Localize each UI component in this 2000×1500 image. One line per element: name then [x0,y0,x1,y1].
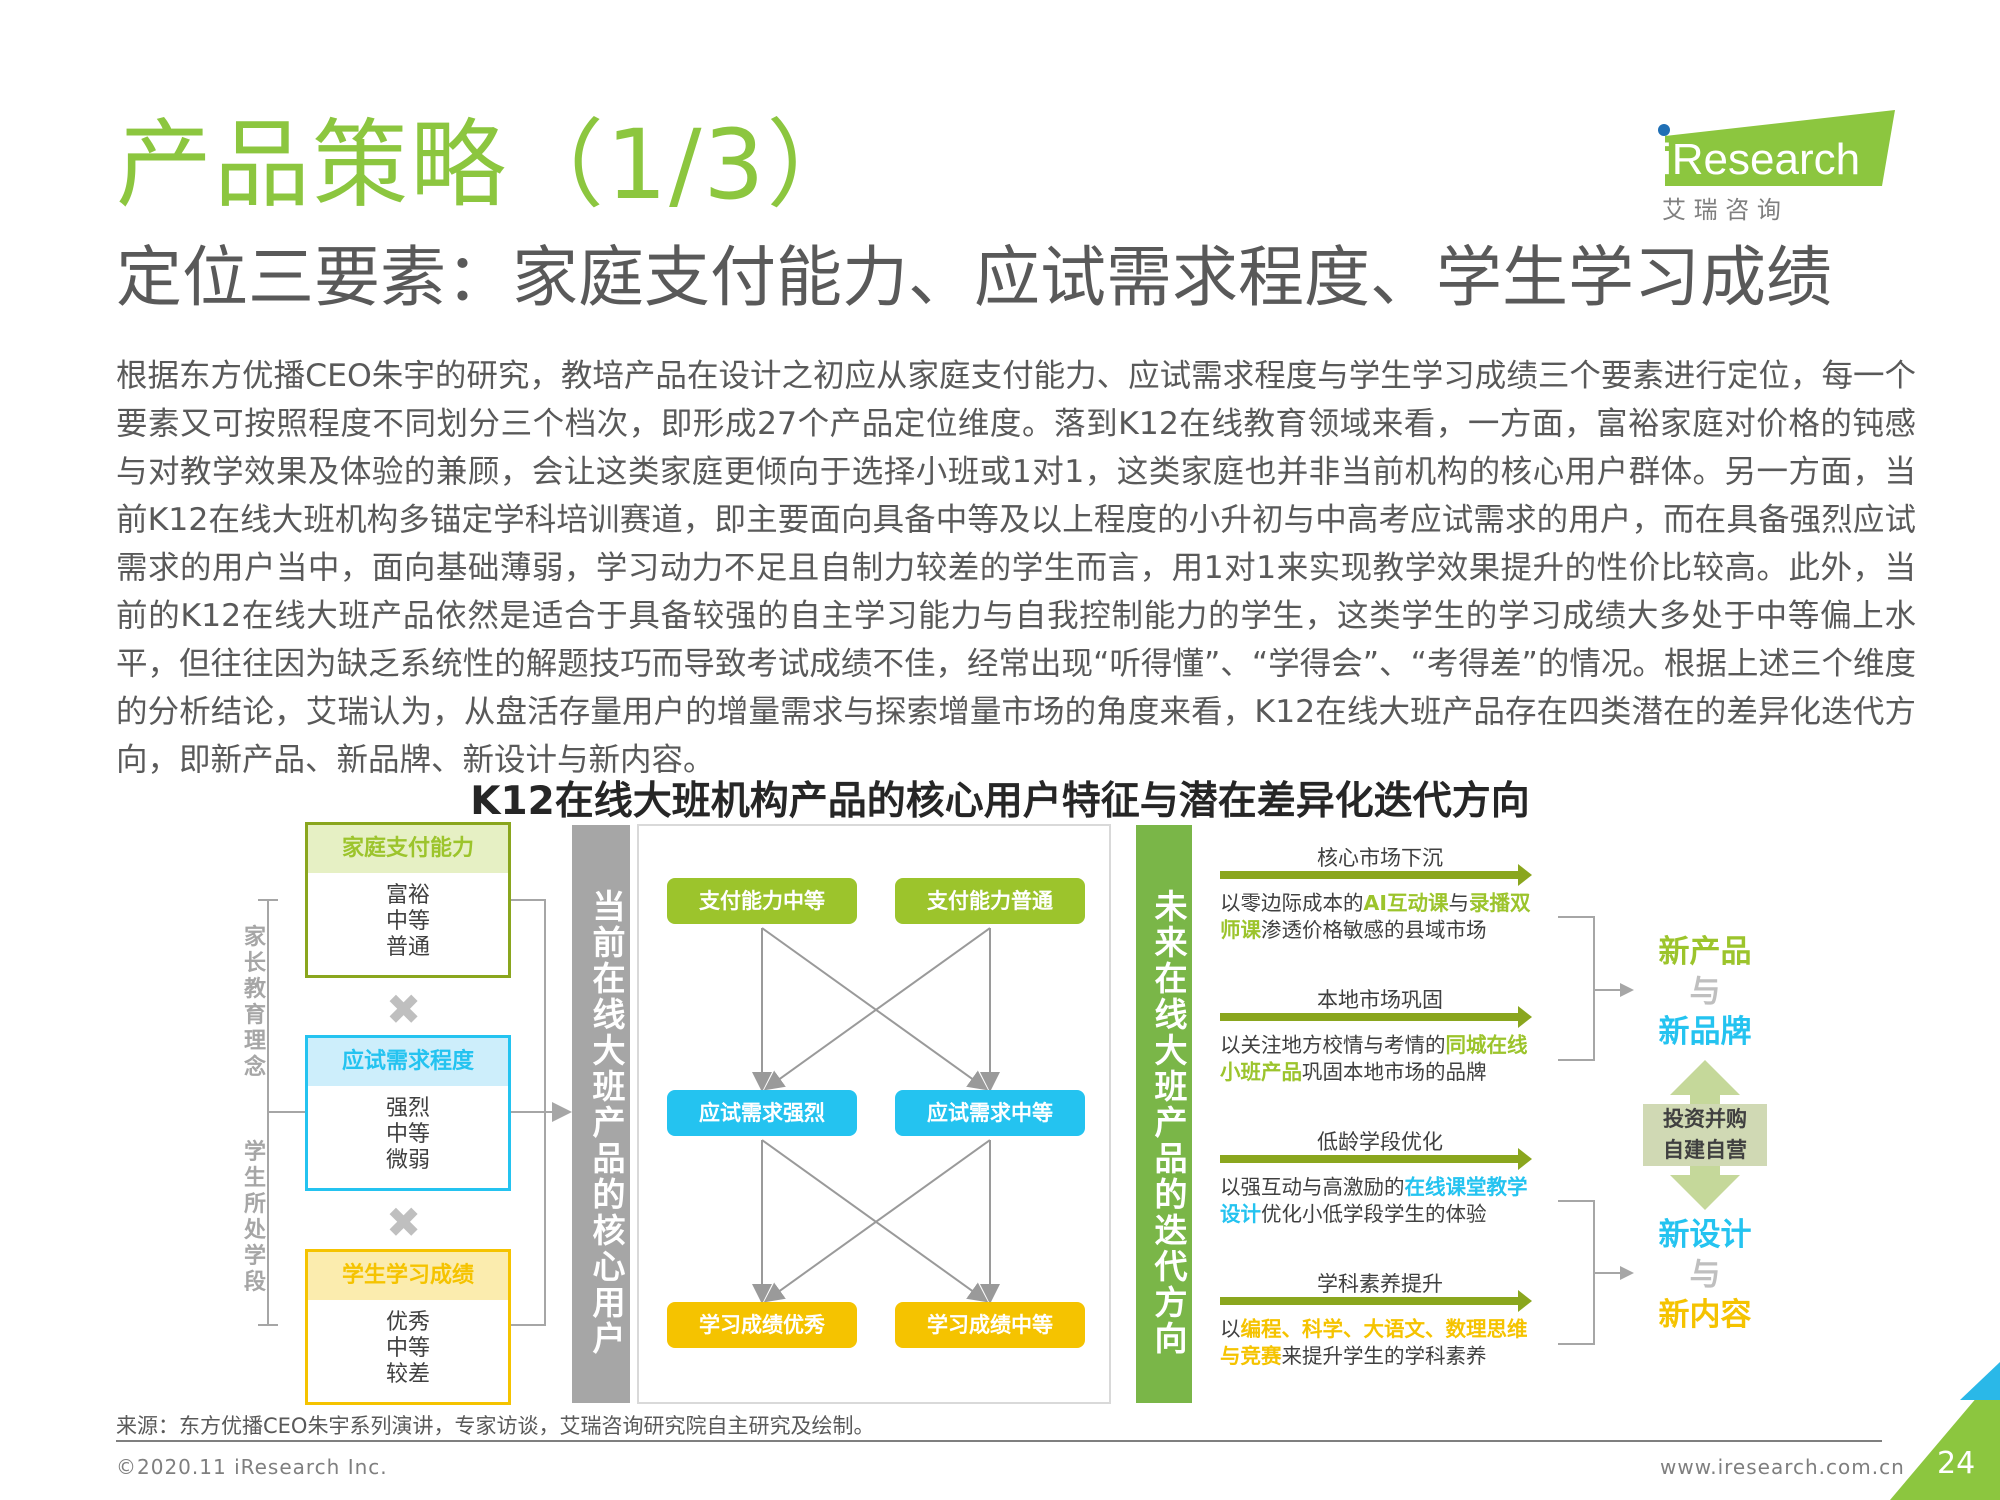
direction-desc-literacy: 以编程、科学、大语文、数理思维与竞赛来提升学生的学科素养 [1220,1317,1528,1368]
core-users-bar: 当前在线大班产品的核心用户 [572,825,630,1403]
factor-level: 中等 [385,1336,430,1361]
pill-payment-ordinary: 支付能力普通 [895,878,1085,924]
factor-level: 强烈 [385,1096,430,1121]
direction-desc-local-market: 以关注地方校情与考情的同城在线小班产品巩固本地市场的品牌 [1220,1033,1528,1084]
factor-box-exam-demand: 应试需求程度 强烈 中等 微弱 [305,1035,511,1191]
result-new-product-brand: 新产品 与 新品牌 [1658,934,1752,1050]
direction-title-local-market: 本地市场巩固 [1317,988,1443,1012]
factor-level: 微弱 [385,1148,430,1173]
pill-grade-medium: 学习成绩中等 [895,1302,1085,1348]
factor-box-academic-performance: 学生学习成绩 优秀 中等 较差 [305,1249,511,1405]
double-arrow-down [1670,1165,1740,1210]
pill-exam-strong: 应试需求强烈 [667,1090,857,1136]
factor-level: 中等 [385,1122,430,1147]
multiply-icon: ✖ [386,985,422,1034]
factor-level: 优秀 [385,1310,430,1335]
result-investment-label: 投资并购 自建自营 [1663,1107,1747,1162]
direction-title-literacy: 学科素养提升 [1317,1272,1443,1296]
double-arrow-up [1670,1060,1740,1105]
direction-desc-young-learners: 以强互动与高激励的在线课堂教学设计优化小低学段学生的体验 [1220,1175,1528,1226]
future-direction-bar: 未来在线大班产品的迭代方向 [1136,825,1192,1403]
pill-exam-medium: 应试需求中等 [895,1090,1085,1136]
factor-title: 学生学习成绩 [308,1252,508,1300]
factor-title: 家庭支付能力 [308,825,508,873]
direction-title-young-learners: 低龄学段优化 [1317,1130,1443,1154]
direction-title-market-sinking: 核心市场下沉 [1317,846,1443,870]
factor-level: 富裕 [385,883,430,908]
factor-bracket [511,899,546,1326]
pill-grade-excellent: 学习成绩优秀 [667,1302,857,1348]
page-number: 24 [1937,1446,1976,1481]
factor-level: 较差 [385,1362,430,1387]
factor-level: 中等 [385,909,430,934]
footer-divider [116,1440,1882,1442]
factor-level: 普通 [385,935,430,960]
side-label-parent-philosophy: 家长教育理念 [243,925,266,1080]
copyright: ©2020.11 iResearch Inc. [116,1455,388,1479]
factor-box-payment: 家庭支付能力 富裕 中等 普通 [305,822,511,978]
factor-title: 应试需求程度 [308,1038,508,1086]
side-label-student-stage: 学生所处学段 [243,1140,266,1295]
source-note: 来源：东方优播CEO朱宇系列演讲，专家访谈，艾瑞咨询研究院自主研究及绘制。 [116,1414,875,1438]
result-new-design-content: 新设计 与 新内容 [1658,1217,1752,1333]
website-link[interactable]: www.iresearch.com.cn [1660,1455,1905,1479]
multiply-icon: ✖ [386,1198,422,1247]
pill-payment-medium: 支付能力中等 [667,878,857,924]
direction-desc-market-sinking: 以零边际成本的AI互动课与录播双师课渗透价格敏感的县域市场 [1220,891,1531,942]
